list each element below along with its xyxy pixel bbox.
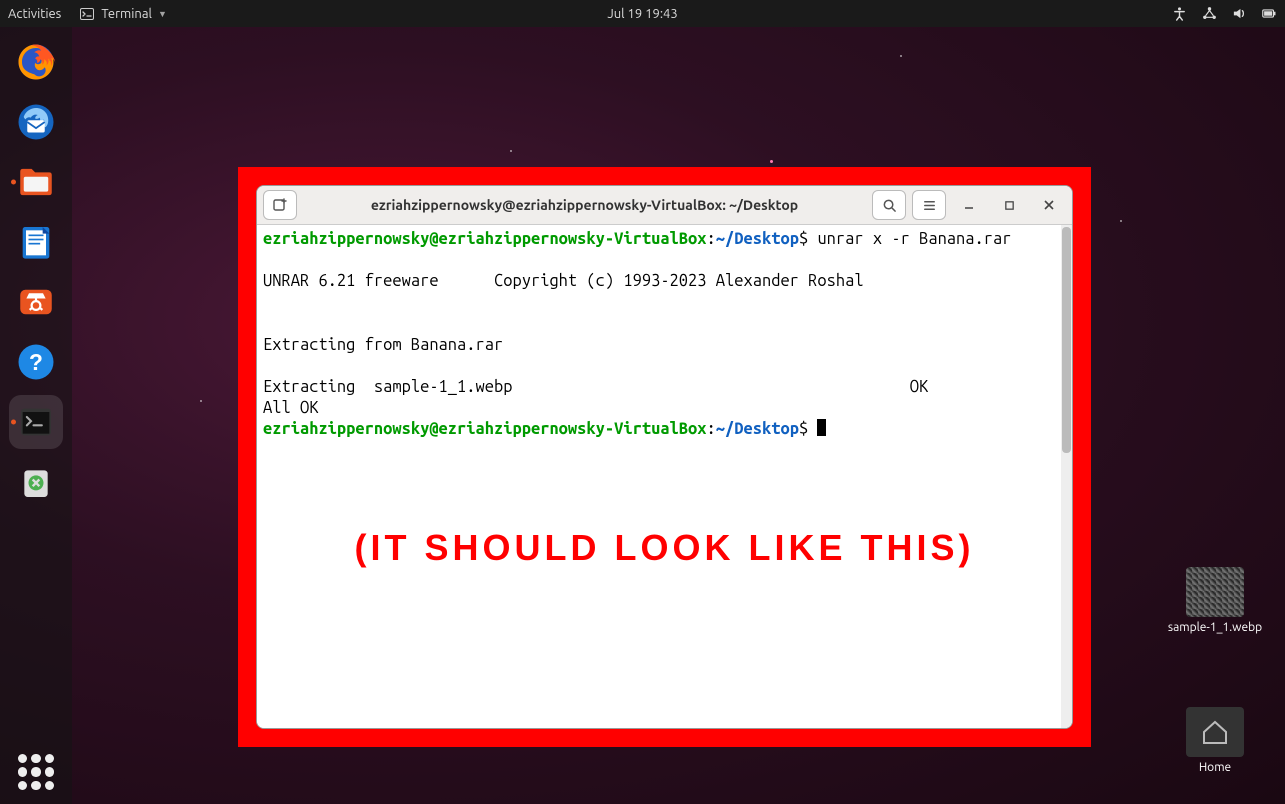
svg-text:?: ?	[29, 349, 43, 375]
thunderbird-icon	[15, 101, 57, 143]
chevron-down-icon: ▼	[158, 9, 167, 19]
maximize-icon	[1004, 200, 1015, 211]
new-tab-icon	[272, 197, 288, 213]
terminal-body[interactable]: ezriahzippernowsky@ezriahzippernowsky-Vi…	[257, 225, 1072, 728]
scrollbar-thumb[interactable]	[1062, 227, 1071, 453]
active-app-label: Terminal	[101, 7, 152, 21]
image-thumbnail-icon	[1186, 567, 1244, 617]
annotation-frame: ezriahzippernowsky@ezriahzippernowsky-Vi…	[238, 167, 1091, 747]
dock-item-help[interactable]: ?	[9, 335, 63, 389]
prompt-user: ezriahzippernowsky@ezriahzippernowsky-Vi…	[263, 230, 707, 248]
network-icon[interactable]	[1201, 6, 1217, 22]
search-icon	[882, 198, 897, 213]
terminal-icon	[16, 402, 56, 442]
terminal-line: UNRAR 6.21 freeware Copyright (c) 1993-2…	[263, 272, 864, 290]
desktop-file-label: sample-1_1.webp	[1168, 621, 1262, 634]
prompt-end: $	[799, 230, 808, 248]
desktop-home-folder[interactable]: Home	[1165, 707, 1265, 774]
help-icon: ?	[15, 341, 57, 383]
desktop-icons: sample-1_1.webp Home	[1165, 707, 1265, 774]
prompt-path: ~/Desktop	[716, 230, 799, 248]
terminal-titlebar[interactable]: ezriahzippernowsky@ezriahzippernowsky-Vi…	[257, 186, 1072, 225]
dock-item-terminal[interactable]	[9, 395, 63, 449]
hamburger-icon	[922, 198, 937, 213]
terminal-small-icon	[79, 6, 95, 22]
libreoffice-writer-icon	[16, 222, 56, 262]
running-dot	[11, 420, 16, 425]
annotation-text: (IT SHOULD LOOK LIKE THIS)	[257, 525, 1072, 571]
files-icon	[15, 161, 57, 203]
star-deco	[770, 160, 773, 163]
terminal-scrollbar[interactable]	[1061, 225, 1072, 728]
prompt-user: ezriahzippernowsky@ezriahzippernowsky-Vi…	[263, 420, 707, 438]
minimize-icon	[963, 199, 975, 211]
star-deco	[1120, 220, 1122, 222]
desktop-home-label: Home	[1199, 761, 1231, 774]
search-button[interactable]	[872, 190, 906, 220]
terminal-line: All OK	[263, 399, 318, 417]
dock-item-thunderbird[interactable]	[9, 95, 63, 149]
battery-icon[interactable]	[1261, 6, 1277, 22]
terminal-window: ezriahzippernowsky@ezriahzippernowsky-Vi…	[256, 185, 1073, 729]
close-button[interactable]	[1032, 190, 1066, 220]
maximize-button[interactable]	[992, 190, 1026, 220]
trash-icon	[16, 462, 56, 502]
active-app-indicator[interactable]: Terminal ▼	[79, 6, 167, 22]
desktop-file-sample[interactable]: sample-1_1.webp	[1165, 567, 1265, 634]
dock: ?	[0, 27, 72, 804]
cursor-icon	[817, 419, 826, 436]
prompt-sep: :	[707, 230, 716, 248]
minimize-button[interactable]	[952, 190, 986, 220]
activities-button[interactable]: Activities	[8, 7, 61, 21]
clock[interactable]: Jul 19 19:43	[607, 7, 677, 21]
dock-item-writer[interactable]	[9, 215, 63, 269]
close-icon	[1043, 199, 1055, 211]
prompt-sep: :	[707, 420, 716, 438]
dock-item-firefox[interactable]	[9, 35, 63, 89]
dock-item-trash[interactable]	[9, 455, 63, 509]
show-applications-button[interactable]	[18, 754, 54, 790]
terminal-title: ezriahzippernowsky@ezriahzippernowsky-Vi…	[303, 197, 866, 213]
terminal-line: Extracting sample-1_1.webp OK	[263, 378, 938, 396]
terminal-line: Extracting from Banana.rar	[263, 336, 503, 354]
prompt-end: $	[799, 420, 808, 438]
new-tab-button[interactable]	[263, 190, 297, 220]
accessibility-icon[interactable]	[1171, 6, 1187, 22]
star-deco	[200, 400, 202, 402]
firefox-icon	[15, 41, 57, 83]
home-folder-icon	[1186, 707, 1244, 757]
ubuntu-software-icon	[15, 281, 57, 323]
menu-button[interactable]	[912, 190, 946, 220]
running-dot	[11, 180, 16, 185]
star-deco	[510, 150, 512, 152]
star-deco	[900, 55, 902, 57]
dock-item-software[interactable]	[9, 275, 63, 329]
top-bar: Activities Terminal ▼ Jul 19 19:43	[0, 0, 1285, 27]
volume-icon[interactable]	[1231, 6, 1247, 22]
dock-item-files[interactable]	[9, 155, 63, 209]
command-text: unrar x -r Banana.rar	[808, 230, 1011, 248]
prompt-path: ~/Desktop	[716, 420, 799, 438]
